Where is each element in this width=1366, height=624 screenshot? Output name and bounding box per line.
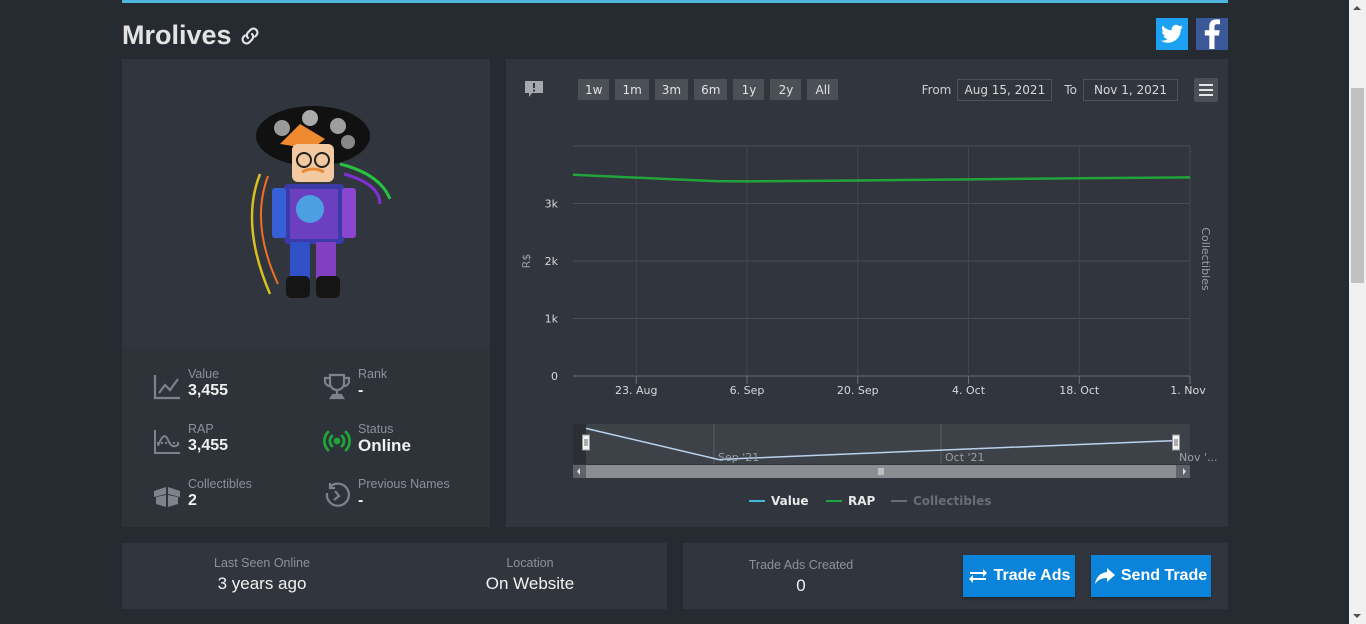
- y-tick-label: 1k: [545, 313, 559, 326]
- trade-ads-button[interactable]: Trade Ads: [963, 555, 1075, 597]
- stat-value: Value 3,455: [152, 367, 228, 401]
- profile-header: Mrolives: [122, 18, 1228, 54]
- twitter-icon: [1161, 24, 1183, 43]
- navigator-label: Oct '21: [945, 451, 985, 464]
- avatar-panel: [122, 59, 490, 347]
- x-tick-label: 4. Oct: [952, 384, 986, 397]
- x-tick-label: 6. Sep: [730, 384, 765, 397]
- send-trade-button[interactable]: Send Trade: [1091, 555, 1211, 597]
- trade-panel: Trade Ads Created 0 Trade Ads Send Trade: [683, 543, 1228, 609]
- scroll-thumb[interactable]: [1351, 88, 1364, 283]
- avatar-image: [250, 106, 392, 298]
- history-icon: [325, 482, 350, 507]
- stat-collectibles: Collectibles 2: [152, 477, 252, 511]
- broadcast-icon: [323, 430, 351, 452]
- page-title: Mrolives: [122, 20, 262, 51]
- legend-item-rap: RAP: [848, 494, 876, 508]
- facebook-icon: [1204, 19, 1220, 49]
- exchange-icon: [968, 569, 987, 583]
- y2-axis-title: Collectibles: [1199, 227, 1212, 291]
- presence-panel: Last Seen Online 3 years ago Location On…: [122, 543, 667, 609]
- line-chart-icon: [153, 375, 180, 400]
- username: Mrolives: [122, 20, 232, 50]
- twitter-share-button[interactable]: [1156, 18, 1188, 50]
- location: Location On Website: [485, 556, 575, 593]
- y-axis-title: R$: [520, 254, 533, 269]
- scroll-up-arrow[interactable]: [1353, 6, 1361, 10]
- trophy-icon: [323, 373, 351, 400]
- y-tick-label: 3k: [545, 198, 559, 211]
- trade-ads-created: Trade Ads Created 0: [748, 558, 854, 595]
- legend-item-value: Value: [771, 494, 809, 508]
- x-tick-label: 23. Aug: [615, 384, 657, 397]
- navigator-label: Nov '...: [1179, 451, 1217, 464]
- x-tick-label: 18. Oct: [1059, 384, 1100, 397]
- stat-previous-names: Previous Names -: [322, 477, 450, 511]
- navigator-label: Sep '21: [718, 451, 759, 464]
- series-line-rap: [572, 173, 1191, 183]
- stats-panel: Value 3,455 RAP 3,455 Collectibles 2 Rank - …: [122, 347, 490, 527]
- page-scrollbar[interactable]: [1349, 0, 1366, 624]
- link-icon[interactable]: [238, 24, 262, 48]
- y-tick-label: 2k: [545, 255, 559, 268]
- last-seen-online: Last Seen Online 3 years ago: [214, 556, 310, 593]
- wave-chart-icon: [154, 430, 180, 454]
- top-accent-bar: [122, 0, 1228, 3]
- legend-item-collectibles: Collectibles: [913, 494, 991, 508]
- y-tick-label: 0: [551, 370, 558, 383]
- scroll-down-arrow[interactable]: [1353, 614, 1361, 618]
- price-chart: 0 1k 2k 3k 23. Aug 6. Sep 20. Sep 4. Oct 18. Oct…: [520, 145, 1217, 508]
- chart-panel: 1w 1m 3m 6m 1y 2y All From To 01k2k3k23.…: [506, 59, 1228, 527]
- x-tick-label: 20. Sep: [837, 384, 879, 397]
- navigator-handle-left: [582, 434, 590, 451]
- stat-rap: RAP 3,455: [152, 422, 228, 456]
- x-tick-label: 1. Nov: [1170, 384, 1206, 397]
- facebook-share-button[interactable]: [1196, 18, 1228, 50]
- navigator-handle-right: [1172, 434, 1180, 451]
- share-arrow-icon: [1094, 568, 1115, 584]
- stat-rank: Rank -: [322, 367, 387, 401]
- box-open-icon: [154, 487, 180, 507]
- stat-status: Status Online: [322, 422, 411, 456]
